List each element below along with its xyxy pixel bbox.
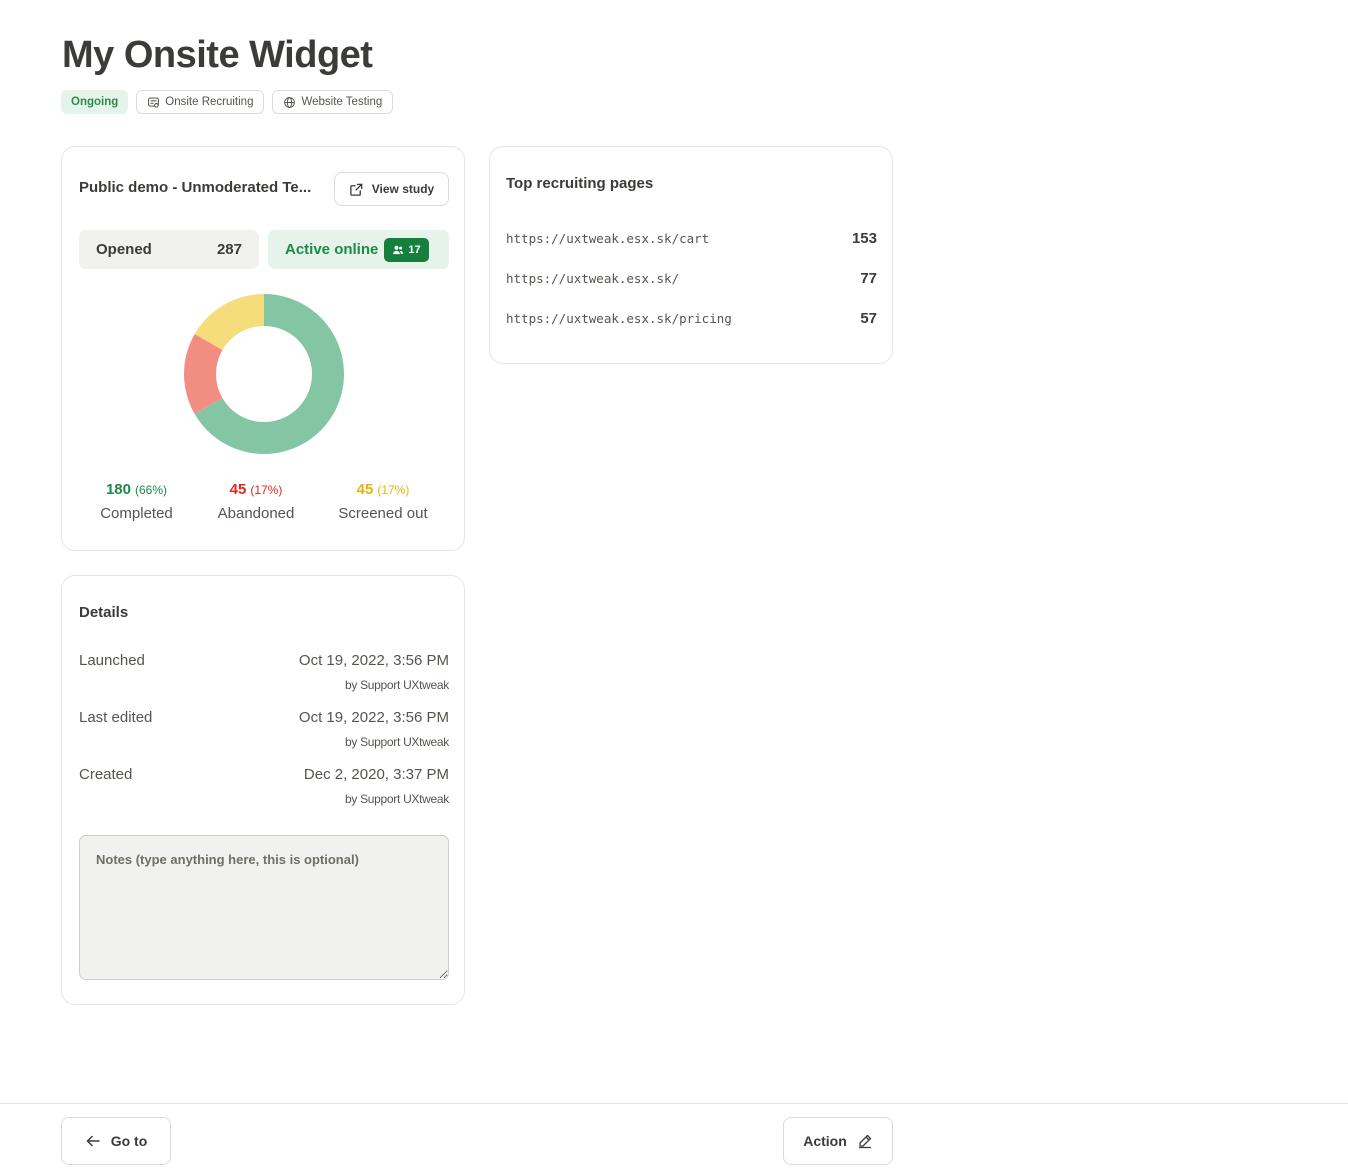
arrow-left-icon <box>86 1135 100 1147</box>
study-title: Public demo - Unmoderated Te... <box>79 179 312 196</box>
details-title: Details <box>79 604 129 621</box>
detail-label: Created <box>79 766 133 783</box>
website-testing-label: Website Testing <box>301 96 383 108</box>
detail-value: Oct 19, 2022, 3:56 PM <box>298 652 449 669</box>
detail-author: by Support UXtweak <box>345 735 449 749</box>
details-card: Details Launched Oct 19, 2022, 3:56 PM b… <box>61 575 465 1005</box>
page-count: 57 <box>860 310 877 327</box>
website-testing-tag: Website Testing <box>272 90 394 114</box>
detail-author: by Support UXtweak <box>345 678 449 692</box>
list-item: https://uxtweak.esx.sk/ 77 <box>506 270 877 287</box>
opened-value: 287 <box>216 241 242 258</box>
active-online-label: Active online <box>285 241 379 258</box>
detail-author: by Support UXtweak <box>345 792 449 806</box>
study-card: Public demo - Unmoderated Te... View stu… <box>61 146 465 551</box>
abandoned-count: 45 <box>229 481 247 498</box>
opened-label: Opened <box>96 241 152 258</box>
globe-icon <box>284 96 296 108</box>
view-study-label: View study <box>371 182 435 196</box>
page-title: My Onsite Widget <box>62 34 373 76</box>
completed-count: 180 <box>105 481 131 498</box>
action-button[interactable]: Action <box>783 1117 893 1165</box>
active-online-stat: Active online 17 <box>268 230 449 269</box>
view-study-button[interactable]: View study <box>334 172 449 206</box>
detail-label: Last edited <box>79 709 153 726</box>
status-badge-label: Ongoing <box>71 96 119 108</box>
abandoned-percent: (17%) <box>250 483 283 497</box>
opened-stat: Opened 287 <box>79 230 259 269</box>
detail-label: Launched <box>79 652 145 669</box>
legend-completed: 180 (66%) Completed <box>84 481 189 522</box>
page-count: 77 <box>860 270 877 287</box>
active-online-count: 17 <box>408 243 421 256</box>
abandoned-label: Abandoned <box>217 505 295 522</box>
list-item: https://uxtweak.esx.sk/pricing 57 <box>506 310 877 327</box>
page-url: https://uxtweak.esx.sk/cart <box>506 231 710 246</box>
go-to-button[interactable]: Go to <box>61 1117 171 1165</box>
list-item: https://uxtweak.esx.sk/cart 153 <box>506 230 877 247</box>
external-link-icon <box>349 183 363 196</box>
status-badge: Ongoing <box>61 90 129 114</box>
notes-input[interactable] <box>79 835 449 980</box>
screened-out-label: Screened out <box>338 505 428 522</box>
pencil-icon <box>858 1134 871 1149</box>
action-label: Action <box>803 1133 847 1149</box>
page-url: https://uxtweak.esx.sk/ <box>506 271 680 286</box>
detail-value: Dec 2, 2020, 3:37 PM <box>303 766 449 783</box>
top-recruiting-pages-card: Top recruiting pages https://uxtweak.esx… <box>489 146 893 364</box>
page-count: 153 <box>851 230 877 247</box>
users-icon <box>393 245 404 254</box>
active-online-badge: 17 <box>384 237 429 262</box>
footer-bar: Go to Action <box>0 1103 1348 1173</box>
screened-out-percent: (17%) <box>377 483 410 497</box>
legend-screened-out: 45 (17%) Screened out <box>324 481 442 522</box>
detail-value: Oct 19, 2022, 3:56 PM <box>298 709 449 726</box>
top-recruiting-pages-title: Top recruiting pages <box>506 175 654 192</box>
completed-label: Completed <box>100 505 173 522</box>
screened-out-count: 45 <box>356 481 374 498</box>
recruiting-icon <box>148 97 160 108</box>
onsite-recruiting-tag: Onsite Recruiting <box>136 90 265 114</box>
status-donut-chart <box>184 294 344 454</box>
tag-list: Ongoing Onsite Recruiting Website Testin… <box>61 90 394 114</box>
completed-percent: (66%) <box>135 483 168 497</box>
page-url: https://uxtweak.esx.sk/pricing <box>506 311 732 326</box>
legend-abandoned: 45 (17%) Abandoned <box>205 481 307 522</box>
go-to-label: Go to <box>110 1133 148 1149</box>
onsite-recruiting-label: Onsite Recruiting <box>165 96 254 108</box>
